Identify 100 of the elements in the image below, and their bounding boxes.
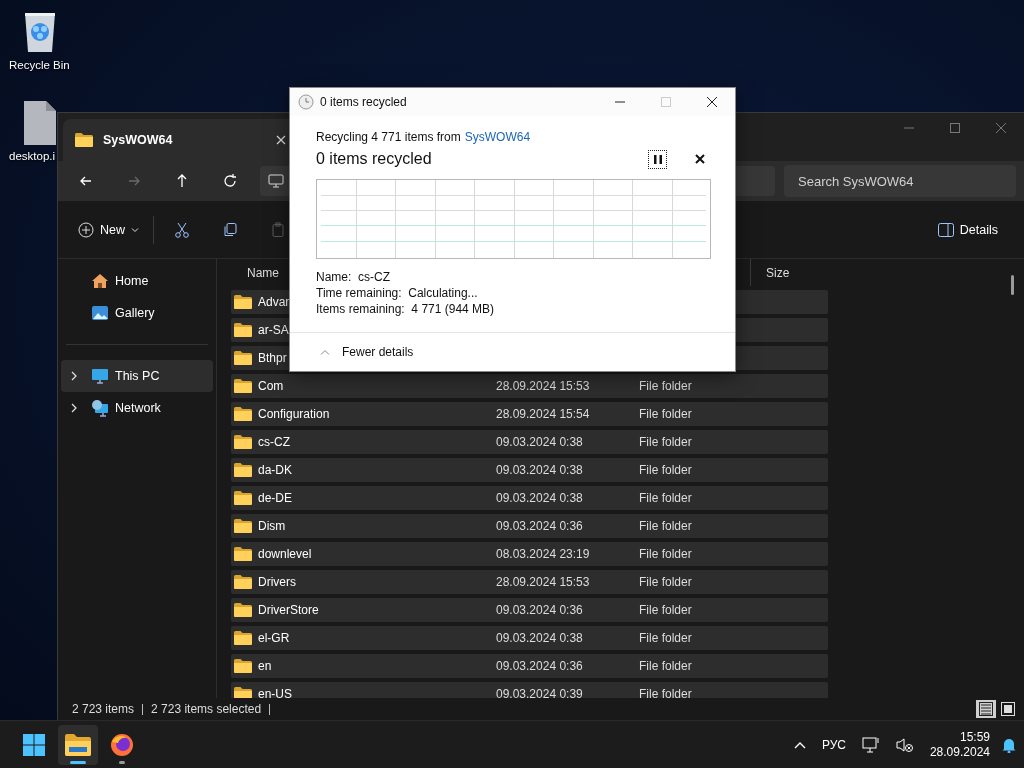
chevron-icon — [70, 371, 78, 381]
file-name: da-DK — [258, 463, 292, 477]
details-view-button[interactable] — [976, 700, 996, 718]
folder-icon — [234, 491, 252, 505]
file-icon — [22, 101, 56, 145]
file-name: en-US — [258, 687, 292, 698]
folder-icon — [234, 603, 252, 617]
folder-icon — [234, 687, 252, 698]
type-cell-text: File folder — [638, 631, 693, 645]
detail-line: Time remaining: Calculating... — [316, 285, 479, 301]
bell-icon[interactable] — [1002, 736, 1016, 753]
progress-summary: Recycling 4 771 items from SysWOW64 — [316, 130, 532, 144]
close-icon — [276, 135, 286, 145]
type-cell-text: File folder — [638, 575, 693, 589]
copy-icon — [222, 221, 238, 238]
file-name: Drivers — [258, 575, 296, 589]
file-name: Bthpr — [258, 351, 287, 365]
folder-icon — [65, 733, 91, 756]
new-button[interactable]: New — [70, 211, 147, 248]
search-field[interactable]: Search SysWOW64 — [784, 165, 1016, 197]
details-pane-icon — [937, 222, 954, 237]
file-row[interactable]: el-GR 09.03.2024 0:38 File folder — [231, 626, 828, 650]
file-name: Dism — [258, 519, 286, 533]
language-indicator[interactable]: РУС — [821, 737, 846, 752]
folder-icon — [234, 351, 252, 365]
list-view-icon — [978, 701, 994, 717]
date-cell-text: 08.03.2024 23:19 — [495, 547, 591, 561]
details-button[interactable]: Details — [929, 211, 1006, 248]
type-cell-text: File folder — [638, 379, 693, 393]
desktop-icon-label: desktop.i — [9, 150, 56, 162]
house-icon — [91, 272, 109, 290]
folder-icon — [234, 519, 252, 533]
date-cell-text: 09.03.2024 0:38 — [495, 463, 584, 477]
date-cell-text: 09.03.2024 0:36 — [495, 659, 584, 673]
folder-icon — [234, 295, 252, 309]
file-row[interactable]: de-DE 09.03.2024 0:38 File folder — [231, 486, 828, 510]
type-cell-text: File folder — [638, 603, 693, 617]
file-row[interactable]: Com 28.09.2024 15:53 File folder — [231, 374, 828, 398]
file-row[interactable]: Configuration 28.09.2024 15:54 File folder — [231, 402, 828, 426]
caret-icon — [131, 225, 139, 234]
chevron-icon — [70, 403, 78, 413]
tiles-view-button[interactable] — [998, 700, 1018, 718]
maximize-icon — [950, 123, 960, 133]
type-cell-text: File folder — [638, 463, 693, 477]
clock-icon — [298, 94, 314, 110]
column-header[interactable]: Size — [750, 265, 832, 280]
file-row[interactable]: Drivers 28.09.2024 15:53 File folder — [231, 570, 828, 594]
file-row[interactable]: da-DK 09.03.2024 0:38 File folder — [231, 458, 828, 482]
file-row[interactable]: Dism 09.03.2024 0:36 File folder — [231, 514, 828, 538]
sidebar-item[interactable]: Gallery — [61, 297, 213, 329]
tile-view-icon — [1000, 701, 1016, 717]
chevron-up-icon — [320, 349, 330, 355]
type-cell-text: File folder — [638, 407, 693, 421]
network-icon — [91, 399, 109, 417]
file-row[interactable]: en-US 09.03.2024 0:39 File folder — [231, 682, 828, 698]
explorer-taskbar-button[interactable] — [58, 724, 98, 765]
pause-button[interactable] — [648, 149, 667, 169]
date-cell-text: 09.03.2024 0:36 — [495, 603, 584, 617]
sidebar-item[interactable]: This PC — [61, 360, 213, 392]
detail-line: Name: cs-CZ — [316, 269, 391, 285]
start-icon — [23, 733, 45, 756]
file-row[interactable]: downlevel 08.03.2024 23:19 File folder — [231, 542, 828, 566]
progress-heading: 0 items recycled — [316, 150, 432, 168]
date-cell-text: 09.03.2024 0:38 — [495, 491, 584, 505]
picture-icon — [91, 304, 109, 322]
folder-icon — [234, 575, 252, 589]
clock-date[interactable]: 28.09.2024 — [929, 744, 990, 760]
file-name: DriverStore — [258, 603, 319, 617]
date-cell-text: 28.09.2024 15:53 — [495, 379, 591, 393]
cancel-button[interactable] — [695, 154, 705, 164]
volume-muted-icon[interactable] — [895, 736, 914, 753]
date-cell-text: 28.09.2024 15:54 — [495, 407, 591, 421]
file-row[interactable]: DriverStore 09.03.2024 0:36 File folder — [231, 598, 828, 622]
file-row[interactable]: cs-CZ 09.03.2024 0:38 File folder — [231, 430, 828, 454]
type-cell-text: File folder — [638, 547, 693, 561]
plus-circle-icon — [78, 221, 94, 238]
type-cell-text: File folder — [638, 435, 693, 449]
sidebar-item[interactable]: Home — [61, 265, 213, 297]
network-icon[interactable] — [861, 736, 880, 753]
selection-count: 2 723 items selected — [151, 703, 271, 715]
folder-icon — [234, 463, 252, 477]
close-icon — [695, 154, 705, 164]
file-name: Configuration — [258, 407, 330, 421]
sidebar-item[interactable]: Network — [61, 392, 213, 424]
clipboard-icon — [270, 221, 286, 238]
date-cell-text: 09.03.2024 0:38 — [495, 631, 584, 645]
item-count: 2 723 items — [72, 703, 144, 715]
folder-link[interactable]: SysWOW64 — [464, 130, 531, 144]
monitor-icon — [268, 173, 284, 189]
file-row[interactable]: en 09.03.2024 0:36 File folder — [231, 654, 828, 678]
clock-time[interactable]: 15:59 — [959, 729, 990, 745]
folder-icon — [234, 435, 252, 449]
detail-line: Items remaining: 4 771 (944 MB) — [316, 301, 496, 317]
fewer-details-button[interactable]: Fewer details — [290, 333, 420, 371]
close-icon — [707, 97, 717, 107]
scrollbar-thumb — [1011, 275, 1014, 295]
chevron-up-icon — [793, 740, 806, 749]
file-name: de-DE — [258, 491, 292, 505]
folder-icon — [234, 547, 252, 561]
desktop-icon-label: Recycle Bin — [9, 59, 70, 71]
